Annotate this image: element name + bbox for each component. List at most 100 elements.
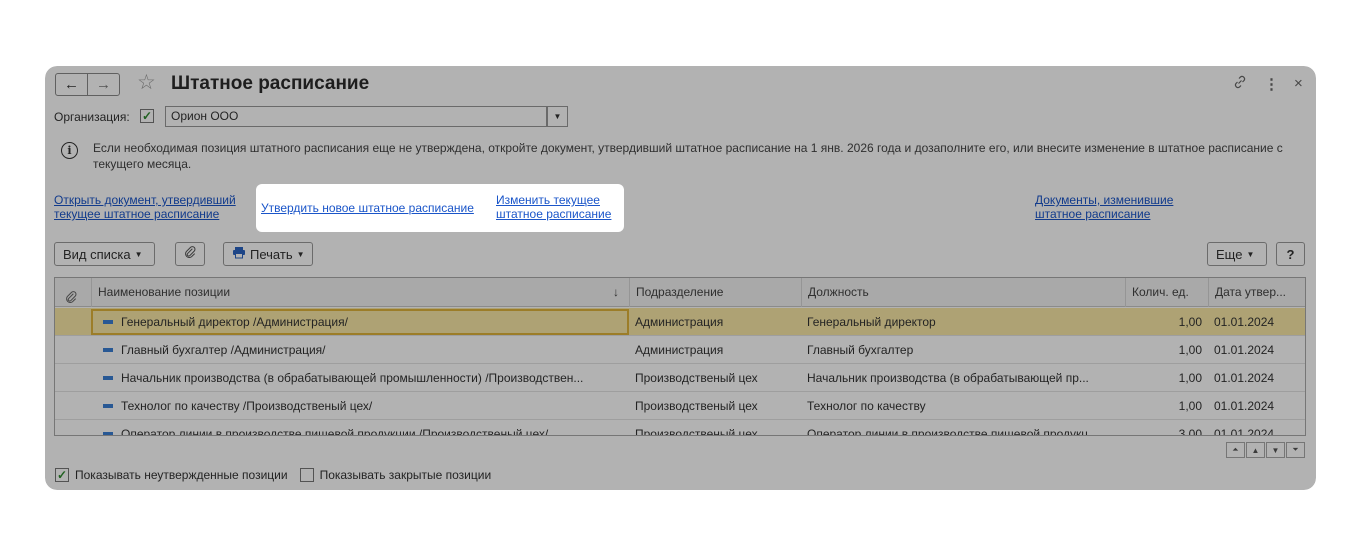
chevron-down-icon: ▼ (1271, 445, 1280, 455)
table-row[interactable]: Оператор линии в производстве пищевой пр… (55, 420, 1305, 436)
row-department: Администрация (635, 343, 724, 357)
row-department: Производственый цех (635, 371, 758, 385)
position-icon (103, 347, 113, 352)
organization-field[interactable]: Орион ООО (165, 106, 547, 127)
organization-checkbox[interactable]: ✓ (140, 109, 154, 123)
arrow-left-icon: ← (64, 76, 79, 93)
row-quantity: 3,00 (1178, 427, 1202, 436)
column-header-date[interactable]: Дата утвер... (1208, 278, 1305, 307)
show-unapproved-checkbox[interactable]: ✓ (55, 468, 69, 482)
more-menu-icon[interactable]: ⋮ (1264, 75, 1279, 93)
approve-new-link-text[interactable]: Утвердить новое штатное расписание (261, 201, 474, 215)
row-quantity: 1,00 (1178, 371, 1202, 385)
change-current-schedule-link[interactable]: Изменить текущее штатное расписание (496, 193, 611, 221)
show-unapproved-toggle[interactable]: ✓ Показывать неутвержденные позиции Пока… (55, 468, 491, 482)
row-position: Оператор линии в производстве пищевой пр… (807, 427, 1099, 436)
scroll-first-button[interactable]: ⏶ (1226, 442, 1245, 458)
column-header-department[interactable]: Подразделение (629, 278, 801, 307)
row-name-cell: Технолог по качеству /Производственый це… (91, 392, 629, 420)
table-row[interactable]: Начальник производства (в обрабатывающей… (55, 364, 1305, 392)
page-title: Штатное расписание (171, 73, 370, 94)
scroll-up-button[interactable]: ▲ (1246, 442, 1265, 458)
scroll-down-button[interactable]: ▼ (1266, 442, 1285, 458)
row-name: Начальник производства (в обрабатывающей… (121, 371, 584, 385)
paperclip-icon (184, 246, 197, 262)
close-icon[interactable]: × (1294, 75, 1303, 92)
chevron-down-icon: ▼ (134, 249, 143, 259)
row-position: Генеральный директор (807, 315, 936, 329)
chevron-last-icon: ⏷ (1292, 445, 1299, 454)
open-doc-line1[interactable]: Открыть документ, утвердивший (54, 193, 236, 207)
staffing-window: ← → ☆ Штатное расписание ⋮ × Организация… (45, 66, 1316, 490)
column-header-position[interactable]: Должность (801, 278, 1125, 307)
row-name-cell: Оператор линии в производстве пищевой пр… (91, 420, 629, 436)
chevron-down-icon: ▼ (296, 249, 305, 259)
row-quantity: 1,00 (1178, 399, 1202, 413)
row-department: Производственый цех (635, 399, 758, 413)
table-header: Наименование позиции ↓ Подразделение Дол… (55, 278, 1305, 307)
row-position: Начальник производства (в обрабатывающей… (807, 371, 1089, 385)
row-position: Технолог по качеству (807, 399, 926, 413)
table-row[interactable]: Технолог по качеству /Производственый це… (55, 392, 1305, 420)
favorite-star-icon[interactable]: ☆ (137, 70, 156, 95)
attachment-column-header[interactable] (55, 278, 91, 307)
open-approving-document-link[interactable]: Открыть документ, утвердивший текущее шт… (54, 193, 236, 221)
show-closed-label: Показывать закрытые позиции (319, 468, 492, 482)
table-row[interactable]: Главный бухгалтер /Администрация/ Админи… (55, 336, 1305, 364)
print-button[interactable]: Печать ▼ (223, 242, 313, 266)
changing-documents-link[interactable]: Документы, изменившие штатное расписание (1035, 193, 1173, 221)
row-department: Администрация (635, 315, 724, 329)
docs-line2[interactable]: штатное расписание (1035, 207, 1150, 221)
position-icon (103, 403, 113, 408)
attach-button[interactable] (175, 242, 205, 266)
row-quantity: 1,00 (1178, 315, 1202, 329)
info-message: Если необходимая позиция штатного распис… (93, 141, 1283, 171)
column-name-label: Наименование позиции (98, 285, 231, 299)
info-icon: i (61, 142, 78, 159)
row-date: 01.01.2024 (1214, 371, 1275, 385)
show-closed-checkbox[interactable] (299, 468, 314, 482)
view-list-label: Вид списка (63, 246, 131, 262)
print-label: Печать (250, 246, 293, 262)
chevron-up-icon: ▲ (1251, 445, 1260, 455)
row-name: Генеральный директор /Администрация/ (121, 315, 348, 329)
link-icon[interactable] (1233, 75, 1247, 93)
column-header-quantity[interactable]: Колич. ед. (1125, 278, 1208, 307)
row-name-cell: Генеральный директор /Администрация/ (91, 308, 629, 336)
more-label: Еще (1216, 246, 1243, 262)
row-date: 01.01.2024 (1214, 427, 1275, 436)
position-icon (103, 431, 113, 435)
row-date: 01.01.2024 (1214, 315, 1275, 329)
organization-label: Организация: (54, 110, 130, 124)
printer-icon (232, 246, 246, 262)
back-button[interactable]: ← (55, 73, 88, 96)
organization-dropdown-button[interactable]: ▼ (547, 106, 568, 127)
show-unapproved-label: Показывать неутвержденные позиции (75, 468, 288, 482)
row-date: 01.01.2024 (1214, 399, 1275, 413)
row-quantity: 1,00 (1178, 343, 1202, 357)
column-header-name[interactable]: Наименование позиции ↓ (91, 278, 629, 307)
sort-down-icon: ↓ (613, 285, 619, 299)
position-icon (103, 375, 113, 380)
row-name-cell: Начальник производства (в обрабатывающей… (91, 364, 629, 392)
position-icon (103, 319, 113, 324)
chevron-first-icon: ⏶ (1232, 445, 1239, 454)
approve-new-schedule-link[interactable]: Утвердить новое штатное расписание (261, 201, 474, 215)
help-button[interactable]: ? (1276, 242, 1305, 266)
row-name: Оператор линии в производстве пищевой пр… (121, 427, 549, 436)
more-button[interactable]: Еще ▼ (1207, 242, 1267, 266)
row-name: Главный бухгалтер /Администрация/ (121, 343, 326, 357)
row-name-cell: Главный бухгалтер /Администрация/ (91, 336, 629, 364)
change-line1[interactable]: Изменить текущее (496, 193, 600, 207)
view-list-button[interactable]: Вид списка ▼ (54, 242, 155, 266)
scroll-last-button[interactable]: ⏷ (1286, 442, 1305, 458)
table-row[interactable]: Генеральный директор /Администрация/ Адм… (55, 308, 1305, 336)
row-name: Технолог по качеству /Производственый це… (121, 399, 373, 413)
row-position: Главный бухгалтер (807, 343, 914, 357)
row-department: Производственый цех (635, 427, 758, 436)
change-line2[interactable]: штатное расписание (496, 207, 611, 221)
forward-button[interactable]: → (87, 73, 120, 96)
docs-line1[interactable]: Документы, изменившие (1035, 193, 1173, 207)
open-doc-line2[interactable]: текущее штатное расписание (54, 207, 219, 221)
chevron-down-icon: ▼ (553, 112, 562, 121)
